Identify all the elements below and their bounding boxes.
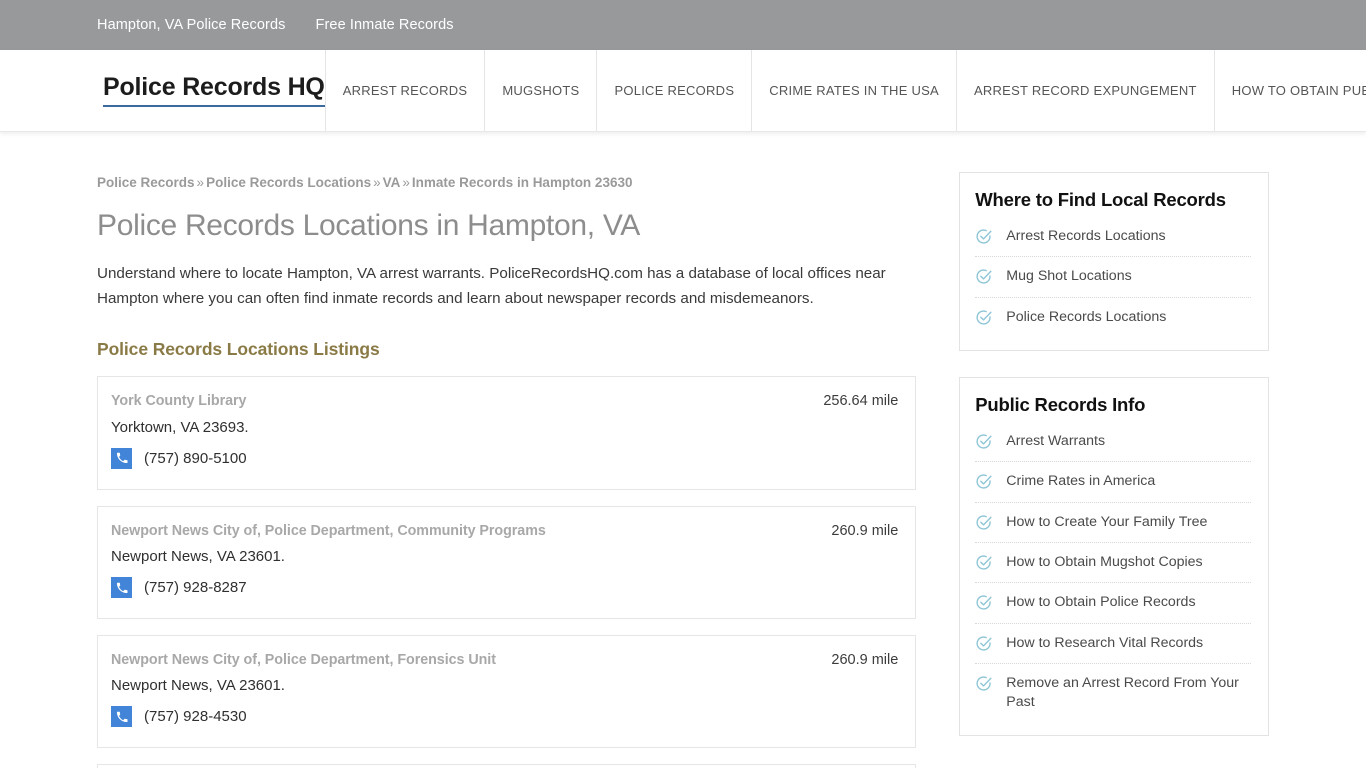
listing-distance: 256.64 mile: [823, 393, 899, 410]
sidebar: Where to Find Local Records Arrest Recor…: [959, 132, 1269, 768]
sidebar-item-mug-shot-locations[interactable]: Mug Shot Locations: [975, 257, 1251, 298]
check-circle-icon: [975, 675, 992, 692]
site-header: Police Records HQ ARREST RECORDS MUGSHOT…: [0, 50, 1366, 132]
listing-phone-number[interactable]: (757) 928-8287: [144, 580, 247, 595]
listing-phone-number[interactable]: (757) 890-5100: [144, 451, 247, 466]
widget-title: Public Records Info: [975, 393, 1146, 415]
nav-item-arrest-records[interactable]: ARREST RECORDS: [324, 50, 485, 131]
sidebar-item-label[interactable]: How to Create Your Family Tree: [1006, 513, 1207, 532]
nav-item-police-records[interactable]: POLICE RECORDS: [596, 50, 751, 131]
breadcrumb-item-locations[interactable]: Police Records Locations: [206, 175, 371, 190]
listing-phone-number[interactable]: (757) 928-4530: [144, 709, 247, 724]
listing-address: Newport News, VA 23601.: [111, 548, 285, 566]
sidebar-item-label[interactable]: Police Records Locations: [1006, 308, 1166, 327]
listing-card[interactable]: York County Library 256.64 mile Yorktown…: [97, 376, 917, 490]
listing-name[interactable]: York County Library: [111, 393, 246, 410]
phone-icon: [111, 447, 132, 469]
topbar-link-hampton[interactable]: Hampton, VA Police Records: [97, 17, 286, 33]
logo-container[interactable]: Police Records HQ: [0, 50, 325, 131]
main-navigation: ARREST RECORDS MUGSHOTS POLICE RECORDS C…: [324, 50, 1366, 131]
page-title: Police Records Locations in Hampton, VA: [97, 208, 641, 242]
check-circle-icon: [975, 309, 992, 326]
listing-header-row: York County Library 256.64 mile: [111, 393, 898, 410]
breadcrumb-separator: »: [402, 175, 410, 190]
breadcrumb-item-va[interactable]: VA: [383, 175, 401, 190]
phone-icon: [111, 577, 132, 599]
sidebar-item-label[interactable]: How to Obtain Police Records: [1006, 593, 1195, 612]
breadcrumb-separator: »: [196, 175, 205, 190]
check-circle-icon: [975, 268, 992, 285]
sidebar-item-create-family-tree[interactable]: How to Create Your Family Tree: [975, 503, 1251, 543]
breadcrumb: Police Records» Police Records Locations»…: [97, 132, 916, 192]
sidebar-item-remove-arrest-record[interactable]: Remove an Arrest Record From Your Past: [975, 664, 1251, 723]
section-title-listings: Police Records Locations Listings: [97, 339, 380, 360]
sidebar-widget-local-records: Where to Find Local Records Arrest Recor…: [959, 172, 1269, 351]
site-logo[interactable]: Police Records HQ: [103, 74, 325, 107]
check-circle-icon: [975, 514, 992, 531]
listing-card[interactable]: Newport News City of, Police Department,…: [97, 505, 917, 620]
sidebar-item-arrest-records-locations[interactable]: Arrest Records Locations: [975, 217, 1251, 258]
sidebar-item-label[interactable]: Arrest Warrants: [1006, 432, 1105, 451]
listing-name[interactable]: Newport News City of, Police Department,…: [111, 652, 496, 669]
listing-card[interactable]: Newport News City of, Police Department,…: [97, 635, 917, 749]
sidebar-item-arrest-warrants[interactable]: Arrest Warrants: [975, 422, 1251, 463]
breadcrumb-item-current: Inmate Records in Hampton 23630: [411, 175, 633, 190]
check-circle-icon: [975, 635, 992, 652]
listing-card[interactable]: Newport News City of, Police Department,…: [97, 764, 917, 768]
breadcrumb-separator: »: [373, 175, 381, 190]
sidebar-item-label[interactable]: Remove an Arrest Record From Your Past: [1006, 674, 1251, 713]
check-circle-icon: [975, 228, 992, 245]
sidebar-item-label[interactable]: Mug Shot Locations: [1006, 267, 1131, 286]
listing-name[interactable]: Newport News City of, Police Department,…: [111, 523, 546, 540]
nav-item-mugshots[interactable]: MUGSHOTS: [484, 50, 596, 131]
sidebar-widget-public-records-info: Public Records Info Arrest Warrants Crim…: [959, 376, 1269, 737]
sidebar-item-label[interactable]: Crime Rates in America: [1006, 472, 1155, 491]
check-circle-icon: [975, 594, 992, 611]
listing-phone-row: (757) 890-5100: [111, 447, 898, 469]
widget-list: Arrest Warrants Crime Rates in America H…: [975, 422, 1251, 723]
topbar-link-free-inmate[interactable]: Free Inmate Records: [316, 17, 454, 33]
listing-distance: 260.9 mile: [831, 652, 899, 669]
phone-icon: [111, 706, 132, 728]
check-circle-icon: [975, 473, 992, 490]
sidebar-item-research-vital-records[interactable]: How to Research Vital Records: [975, 624, 1251, 664]
sidebar-item-label[interactable]: How to Obtain Mugshot Copies: [1006, 553, 1202, 572]
sidebar-item-label[interactable]: How to Research Vital Records: [1006, 634, 1203, 653]
listing-phone-row: (757) 928-4530: [111, 706, 898, 728]
intro-paragraph: Understand where to locate Hampton, VA a…: [97, 265, 886, 307]
breadcrumb-item-police-records[interactable]: Police Records: [97, 175, 195, 190]
page-body: Police Records» Police Records Locations»…: [0, 132, 1366, 768]
nav-item-obtain-public-records[interactable]: HOW TO OBTAIN PUBLIC RECORDS: [1213, 50, 1366, 131]
sidebar-item-obtain-police-records[interactable]: How to Obtain Police Records: [975, 583, 1251, 624]
listing-header-row: Newport News City of, Police Department,…: [111, 523, 898, 540]
top-utility-bar: Hampton, VA Police Records Free Inmate R…: [0, 0, 1366, 50]
sidebar-item-crime-rates-in-america[interactable]: Crime Rates in America: [975, 462, 1251, 503]
nav-item-crime-rates[interactable]: CRIME RATES IN THE USA: [751, 50, 956, 131]
listing-header-row: Newport News City of, Police Department,…: [111, 652, 898, 669]
sidebar-item-label[interactable]: Arrest Records Locations: [1006, 227, 1165, 246]
sidebar-item-police-records-locations[interactable]: Police Records Locations: [975, 298, 1251, 337]
listing-distance: 260.9 mile: [831, 522, 899, 539]
sidebar-item-obtain-mugshot-copies[interactable]: How to Obtain Mugshot Copies: [975, 543, 1251, 584]
check-circle-icon: [975, 433, 992, 450]
listing-address: Yorktown, VA 23693.: [111, 418, 249, 436]
widget-list: Arrest Records Locations Mug Shot Locati…: [975, 217, 1251, 337]
listing-address: Newport News, VA 23601.: [111, 677, 285, 695]
listing-phone-row: (757) 928-8287: [111, 577, 898, 599]
check-circle-icon: [975, 554, 992, 571]
nav-item-expungement[interactable]: ARREST RECORD EXPUNGEMENT: [955, 50, 1214, 131]
widget-title: Where to Find Local Records: [975, 189, 1226, 210]
main-content: Police Records» Police Records Locations»…: [97, 132, 917, 768]
